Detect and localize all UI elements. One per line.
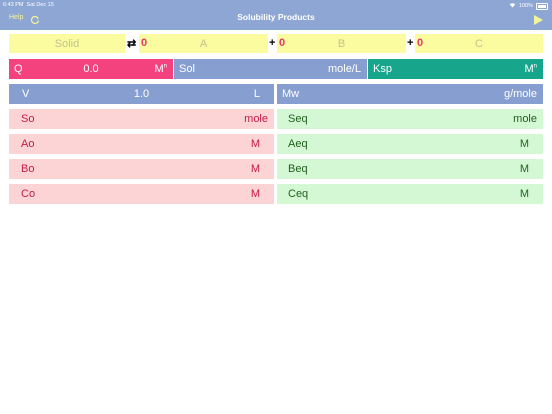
- status-indicators: 100%: [509, 2, 548, 10]
- ksp-field[interactable]: Ksp Mn: [368, 59, 543, 79]
- status-time: 6:43 PM Sat Dec 15: [3, 2, 54, 8]
- seq-field[interactable]: Seq mole: [277, 109, 543, 129]
- so-label: So: [21, 113, 35, 125]
- q-value: 0.0: [83, 63, 99, 75]
- battery-icon: [536, 2, 548, 10]
- co-unit: M: [250, 188, 260, 200]
- bo-field[interactable]: Bo M: [9, 159, 274, 179]
- sol-unit: mole/L: [327, 63, 361, 75]
- species-a-label: A: [199, 37, 208, 50]
- bo-label: Bo: [21, 163, 35, 175]
- co-label: Co: [21, 188, 36, 200]
- aeq-label: Aeq: [288, 138, 308, 150]
- volume-field[interactable]: V 1.0 L: [9, 84, 274, 104]
- page-title: Solubility Products: [237, 12, 315, 22]
- beq-label: Beq: [288, 163, 308, 175]
- volume-value: 1.0: [133, 88, 150, 100]
- beq-field[interactable]: Beq M: [277, 159, 543, 179]
- species-b-field[interactable]: 0 B: [277, 34, 406, 53]
- ceq-label: Ceq: [288, 188, 309, 200]
- aeq-field[interactable]: Aeq M: [277, 134, 543, 154]
- aeq-unit: M: [519, 138, 529, 150]
- plus-sign: +: [407, 37, 414, 49]
- plus-sign: +: [269, 37, 276, 49]
- bo-unit: M: [250, 163, 260, 175]
- ksp-label: Ksp: [373, 63, 392, 75]
- play-button[interactable]: [534, 12, 543, 25]
- q-field[interactable]: Q 0.0 Mn: [9, 59, 173, 79]
- battery-percent: 100%: [518, 3, 533, 9]
- ao-label: Ao: [21, 138, 35, 150]
- ao-unit: M: [250, 138, 260, 150]
- species-b-label: B: [337, 37, 346, 50]
- nav-bar: 6:43 PM Sat Dec 15 100% Help Solubility …: [0, 0, 552, 30]
- seq-unit: mole: [513, 113, 537, 125]
- species-c-field[interactable]: 0 C: [415, 34, 543, 53]
- status-date: Sat Dec 15: [26, 2, 54, 8]
- equilibrium-arrow-icon: ⇄: [127, 38, 137, 50]
- q-unit: Mn: [154, 63, 167, 75]
- beq-unit: M: [519, 163, 529, 175]
- ao-field[interactable]: Ao M: [9, 134, 274, 154]
- sol-label: Sol: [179, 63, 195, 75]
- solid-field[interactable]: Solid: [9, 34, 125, 53]
- seq-label: Seq: [288, 113, 308, 125]
- ksp-unit: Mn: [524, 63, 537, 75]
- volume-unit: L: [253, 88, 260, 100]
- so-unit: mole: [244, 113, 268, 125]
- sol-field[interactable]: Sol mole/L: [174, 59, 367, 79]
- wifi-icon: [509, 2, 516, 10]
- ceq-unit: M: [519, 188, 529, 200]
- species-c-label: C: [475, 37, 483, 50]
- mw-field[interactable]: Mw g/mole: [277, 84, 543, 104]
- co-field[interactable]: Co M: [9, 184, 274, 204]
- mw-unit: g/mole: [503, 88, 537, 100]
- species-a-field[interactable]: 0 A: [139, 34, 268, 53]
- ceq-field[interactable]: Ceq M: [277, 184, 543, 204]
- mw-label: Mw: [282, 88, 300, 100]
- so-field[interactable]: So mole: [9, 109, 274, 129]
